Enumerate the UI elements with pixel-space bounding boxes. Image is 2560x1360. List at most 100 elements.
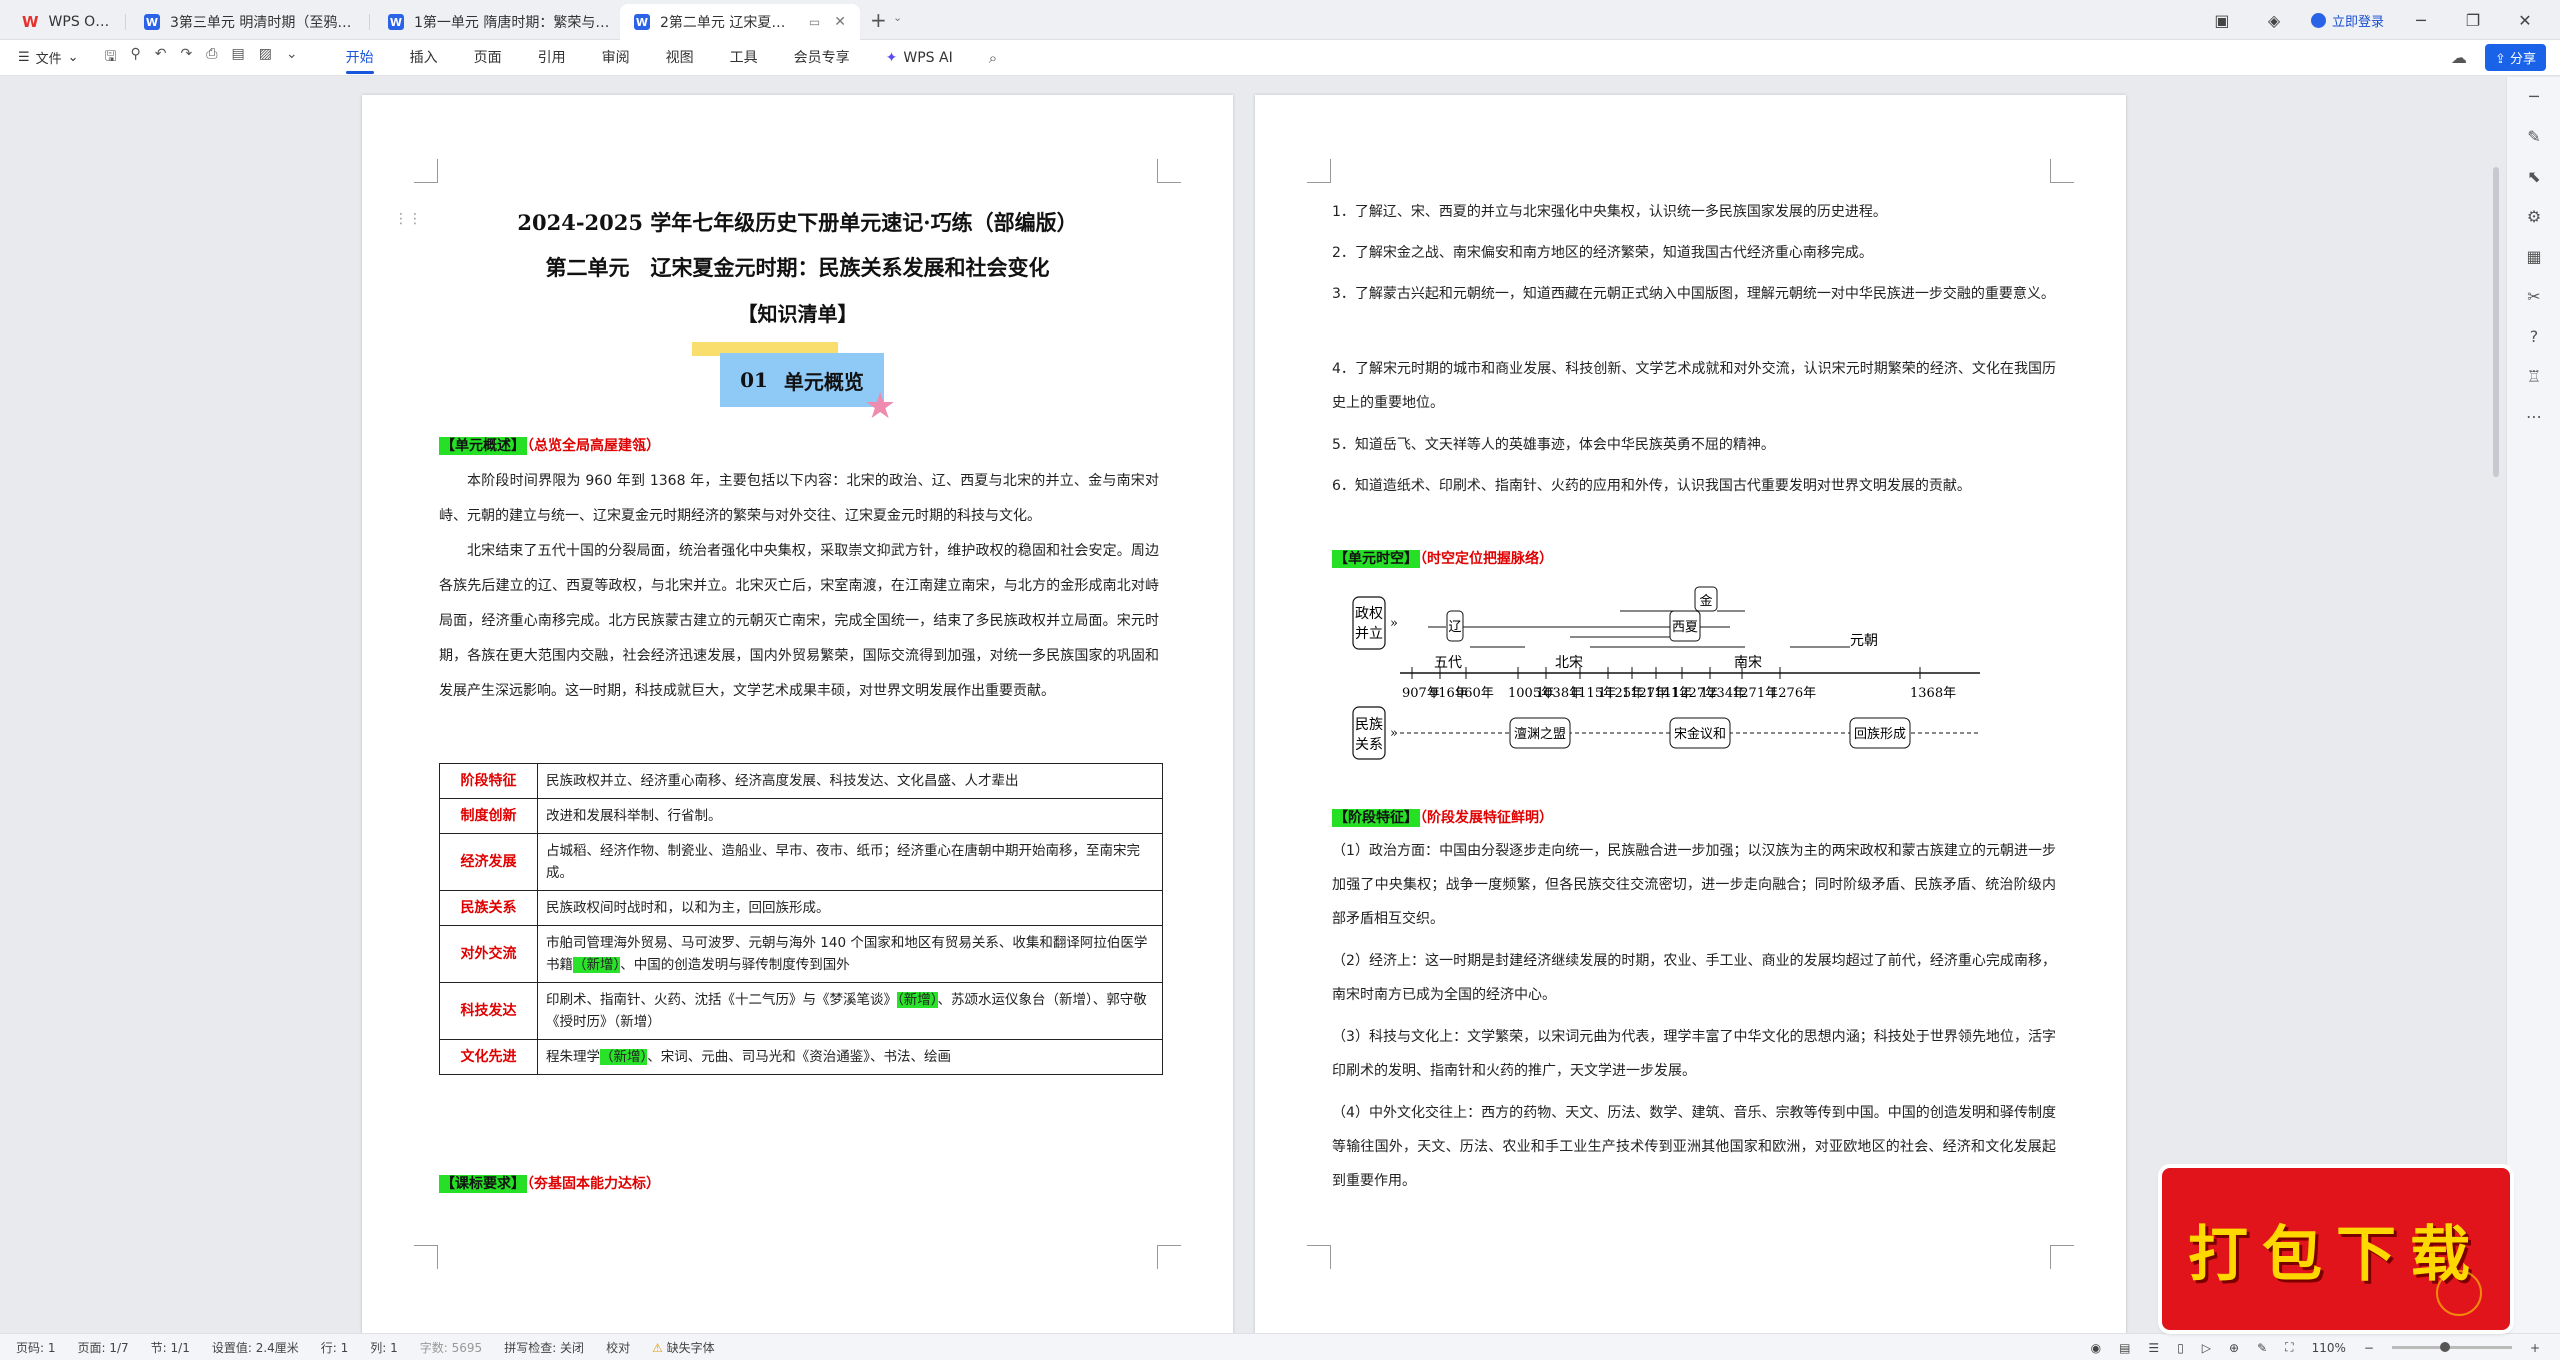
adjust-icon[interactable]: ⚙ [2507, 197, 2560, 237]
regime-label-liao: 辽 [1448, 620, 1461, 635]
requirement-item: 3．了解蒙古兴起和元朝统一，知道西藏在元朝正式纳入中国版图，理解元朝统一对中华民… [1332, 286, 2055, 302]
timeline-subtitle: （时空定位把握脉络） [1420, 551, 1553, 567]
zoom-slider[interactable] [2391, 1342, 2512, 1352]
fit-page-icon[interactable]: ⛶ [2285, 1340, 2293, 1355]
collapse-icon[interactable]: ─ [2507, 77, 2560, 117]
file-menu-label: 文件 [35, 52, 62, 67]
page-view-icon[interactable]: ▤ [2119, 1341, 2130, 1355]
avatar-icon [2310, 12, 2326, 28]
features-heading: 【阶段特征】 （阶段发展特征鲜明） [1332, 807, 1553, 827]
edit-icon[interactable]: ✎ [2257, 1341, 2267, 1355]
export-pdf-icon[interactable]: ▤ [231, 46, 244, 70]
tab-wps-ai[interactable]: ✦ WPS AI [868, 40, 971, 76]
tab-home[interactable]: 开始 [328, 40, 392, 76]
format-painter-icon[interactable]: ▨ [259, 46, 272, 70]
tab-review[interactable]: 审阅 [584, 40, 648, 76]
tools-icon[interactable]: ✂ [2507, 277, 2560, 317]
word-doc-icon: W [388, 14, 404, 30]
page-corner-mark [414, 1245, 438, 1269]
tab-membership[interactable]: 会员专享 [776, 40, 868, 76]
eye-protect-icon[interactable]: ◉ [2091, 1341, 2101, 1355]
feature-item: （4）中外文化交往上：西方的药物、天文、历法、数学、建筑、音乐、宗教等传到中国。… [1332, 1105, 2056, 1189]
close-tab-icon[interactable]: ✕ [834, 14, 846, 30]
select-cursor-icon[interactable]: ⬉ [2507, 157, 2560, 197]
document-workspace[interactable]: ⋮⋮ 2024-2025 学年七年级历史下册单元速记·巧练（部编版） 第二单元 … [0, 77, 2506, 1335]
share-link-icon[interactable]: ⚲ [131, 46, 141, 70]
read-view-icon[interactable]: ▯ [2177, 1341, 2184, 1355]
share-label: 分享 [2509, 52, 2536, 67]
ribbon: ☰ 文件 ⌄ 🖫 ⚲ ↶ ↷ ⎙ ▤ ▨ ⌄ 开始 插入 页面 引用 审阅 视图… [0, 40, 2560, 76]
timeline-tag: 【单元时空】 [1332, 550, 1420, 568]
tab-doc-unit2-active[interactable]: W 2第二单元 辽宋夏金元时期：民族关系发展和社会变化 ▭ ✕ [620, 4, 860, 40]
new-tab-button[interactable]: + [870, 8, 887, 32]
timeline-heading: 【单元时空】 （时空定位把握脉络） [1332, 548, 1553, 568]
outline-view-icon[interactable]: ☰ [2148, 1341, 2159, 1355]
overview-heading: 【单元概述】 （总览全局高屋建瓴） [439, 435, 660, 455]
event-label-chanyuan: 澶渊之盟 [1514, 726, 1566, 742]
close-window-icon[interactable]: ✕ [2510, 11, 2540, 30]
zoom-out-icon[interactable]: − [2364, 1341, 2374, 1355]
search-icon[interactable]: ⌕ [989, 49, 997, 67]
document-page-2[interactable]: 1．了解辽、宋、西夏的并立与北宋强化中央集权，认识统一多民族国家发展的历史进程。… [1255, 95, 2126, 1335]
save-icon[interactable]: 🖫 [105, 46, 117, 70]
image-icon[interactable]: ▦ [2507, 237, 2560, 277]
right-side-toolbar: ─ ✎ ⬉ ⚙ ▦ ✂ ? ♖ ⋯ [2506, 77, 2560, 1333]
doc-section-title: 【知识清单】 [737, 302, 858, 326]
window-mode-icon[interactable]: ▭ [809, 15, 820, 29]
zoom-level[interactable]: 110% [2312, 1341, 2346, 1355]
download-ad-banner[interactable]: 打包下载 [2162, 1168, 2510, 1330]
play-icon[interactable]: ▷ [2202, 1341, 2211, 1355]
document-page-1[interactable]: ⋮⋮ 2024-2025 学年七年级历史下册单元速记·巧练（部编版） 第二单元 … [362, 95, 1233, 1335]
period-label-wudai: 五代 [1434, 655, 1462, 671]
more-icon[interactable]: ⋯ [2507, 397, 2560, 437]
cube-icon[interactable]: ◈ [2259, 11, 2289, 30]
chevron-down-icon[interactable]: ⌄ [893, 11, 902, 24]
zoom-in-icon[interactable]: + [2530, 1341, 2540, 1355]
table-row: 对外交流 市舶司管理海外贸易、马可波罗、元朝与海外 140 个国家和地区有贸易关… [439, 925, 1163, 983]
status-proofread[interactable]: 校对 [606, 1339, 630, 1356]
vertical-scrollbar[interactable] [2493, 167, 2499, 477]
table-row: 民族关系 民族政权间时战时和，以和为主，回回族形成。 [439, 890, 1163, 926]
features-subtitle: （阶段发展特征鲜明） [1420, 810, 1553, 826]
table-key: 民族关系 [439, 890, 538, 926]
layout-icon[interactable]: ▣ [2207, 11, 2237, 30]
status-pages[interactable]: 页面: 1/7 [78, 1339, 129, 1356]
cell-text: 民族政权间时战时和，以和为主，回回族形成。 [546, 900, 830, 916]
web-view-icon[interactable]: ⊕ [2229, 1341, 2239, 1355]
status-missing-font[interactable]: ⚠ 缺失字体 [652, 1339, 715, 1356]
tab-wps-home[interactable]: W WPS Office [8, 4, 126, 40]
login-button[interactable]: 立即登录 [2310, 11, 2384, 30]
tab-doc-unit3[interactable]: W 3第三单元 明清时期（至鸦片战争前） [130, 4, 370, 40]
tab-insert[interactable]: 插入 [392, 40, 456, 76]
pen-icon[interactable]: ✎ [2507, 117, 2560, 157]
tab-page[interactable]: 页面 [456, 40, 520, 76]
table-value: 程朱理学（新增）、宋词、元曲、司马光和《资治通鉴》、书法、绘画 [537, 1039, 1163, 1075]
redo-icon[interactable]: ↷ [181, 46, 193, 70]
print-icon[interactable]: ⎙ [206, 46, 217, 70]
restore-icon[interactable]: ❐ [2458, 11, 2488, 30]
undo-icon[interactable]: ↶ [155, 46, 167, 70]
table-row: 制度创新 改进和发展科举制、行省制。 [439, 798, 1163, 834]
help-icon[interactable]: ? [2507, 317, 2560, 357]
knowledge-table: 阶段特征 民族政权并立、经济重心南移、经济高度发展、科技发达、文化昌盛、人才辈出… [439, 763, 1163, 1075]
chevron-down-icon[interactable]: ⌄ [286, 46, 298, 70]
tab-tools[interactable]: 工具 [712, 40, 776, 76]
minimize-icon[interactable]: ─ [2406, 11, 2436, 30]
file-menu-button[interactable]: ☰ 文件 ⌄ [18, 48, 79, 67]
badge-icon[interactable]: ♖ [2507, 357, 2560, 397]
tab-references[interactable]: 引用 [520, 40, 584, 76]
requirement-item: 1．了解辽、宋、西夏的并立与北宋强化中央集权，认识统一多民族国家发展的历史进程。 [1332, 204, 1887, 220]
cloud-sync-icon[interactable]: ☁ [2451, 48, 2467, 67]
status-spell-check[interactable]: 拼写检查: 关闭 [504, 1339, 584, 1356]
overview-paragraph-1: 本阶段时间界限为 960 年到 1368 年，主要包括以下内容：北宋的政治、辽、… [439, 473, 1159, 524]
badge-label: 单元概览 [783, 369, 864, 394]
tab-doc-unit1[interactable]: W 1第一单元 隋唐时期：繁荣与开放的时代 [374, 4, 624, 40]
tab-view[interactable]: 视图 [648, 40, 712, 76]
status-word-count[interactable]: 字数: 5695 [420, 1339, 482, 1356]
status-col: 列: 1 [370, 1340, 398, 1355]
status-page[interactable]: 页码: 1 [16, 1339, 56, 1356]
table-key: 科技发达 [439, 982, 538, 1040]
ribbon-tabs: 开始 插入 页面 引用 审阅 视图 工具 会员专享 ✦ WPS AI [328, 40, 971, 76]
row-label-ethnic-2: 关系 [1355, 737, 1383, 753]
share-button[interactable]: ⇪ 分享 [2484, 44, 2546, 71]
